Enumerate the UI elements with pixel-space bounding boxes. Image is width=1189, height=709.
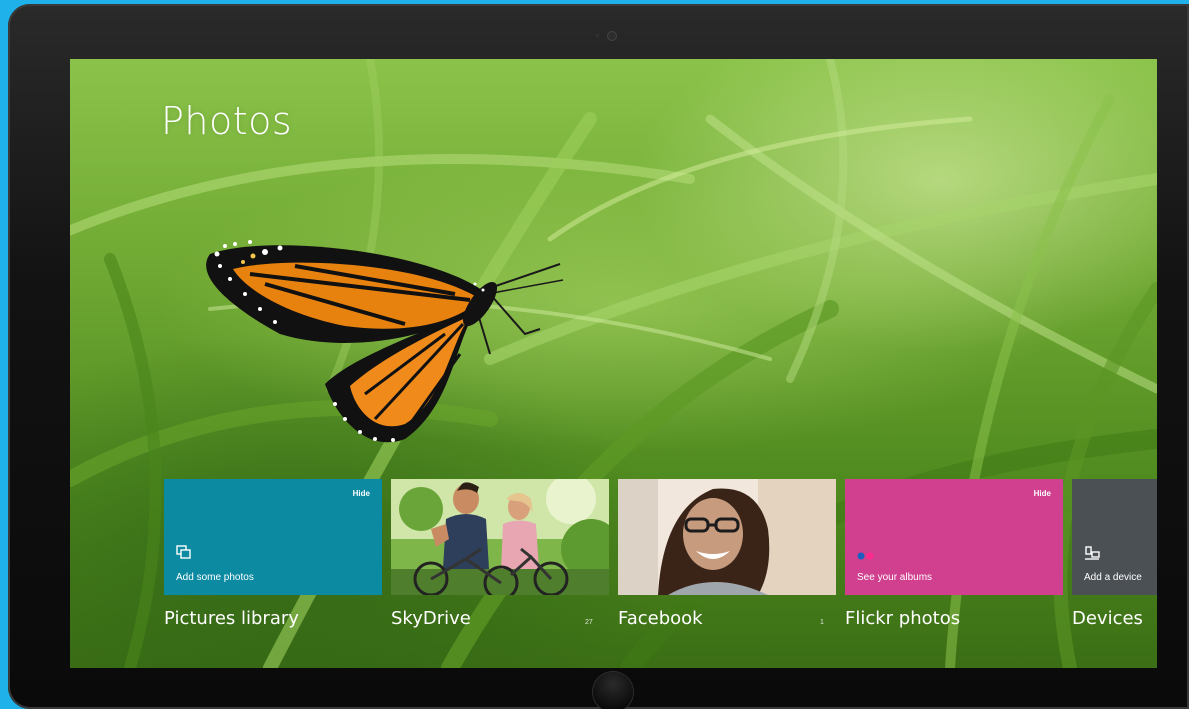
group-label-facebook[interactable]: Facebook	[618, 608, 703, 629]
photo-sources-strip: Hide Add some photos Pictures library Sk…	[70, 59, 1157, 668]
tile-caption: Add some photos	[176, 572, 254, 583]
webcam-icon	[608, 32, 616, 40]
photos-app-screen: Photos Hide Add some photos Pictures lib…	[70, 59, 1157, 668]
tile-caption: See your albums	[857, 572, 933, 583]
facebook-tile[interactable]	[618, 479, 836, 595]
hide-button[interactable]: Hide	[353, 489, 370, 498]
devices-tile[interactable]: Add a device	[1072, 479, 1157, 595]
group-label-flickr-photos[interactable]: Flickr photos	[845, 608, 960, 629]
group-label-devices[interactable]: Devices	[1072, 608, 1143, 629]
flickr-tile[interactable]: Hide See your albums	[845, 479, 1063, 595]
tile-caption: Add a device	[1084, 572, 1142, 583]
group-label-pictures-library[interactable]: Pictures library	[164, 608, 299, 629]
couple-bicycles-photo	[391, 479, 609, 595]
windows-home-button[interactable]	[593, 672, 633, 709]
ambient-sensor	[596, 34, 599, 37]
facebook-count: 1	[820, 619, 824, 626]
smiling-woman-photo	[618, 479, 836, 595]
photos-stack-icon	[176, 545, 191, 559]
group-label-skydrive[interactable]: SkyDrive	[391, 608, 471, 629]
flickr-dots-icon	[857, 552, 874, 560]
pictures-library-tile[interactable]: Hide Add some photos	[164, 479, 382, 595]
hide-button[interactable]: Hide	[1034, 489, 1051, 498]
tablet-device: Photos Hide Add some photos Pictures lib…	[8, 4, 1189, 709]
skydrive-count: 27	[585, 619, 593, 626]
device-icon	[1085, 546, 1100, 560]
skydrive-tile[interactable]	[391, 479, 609, 595]
